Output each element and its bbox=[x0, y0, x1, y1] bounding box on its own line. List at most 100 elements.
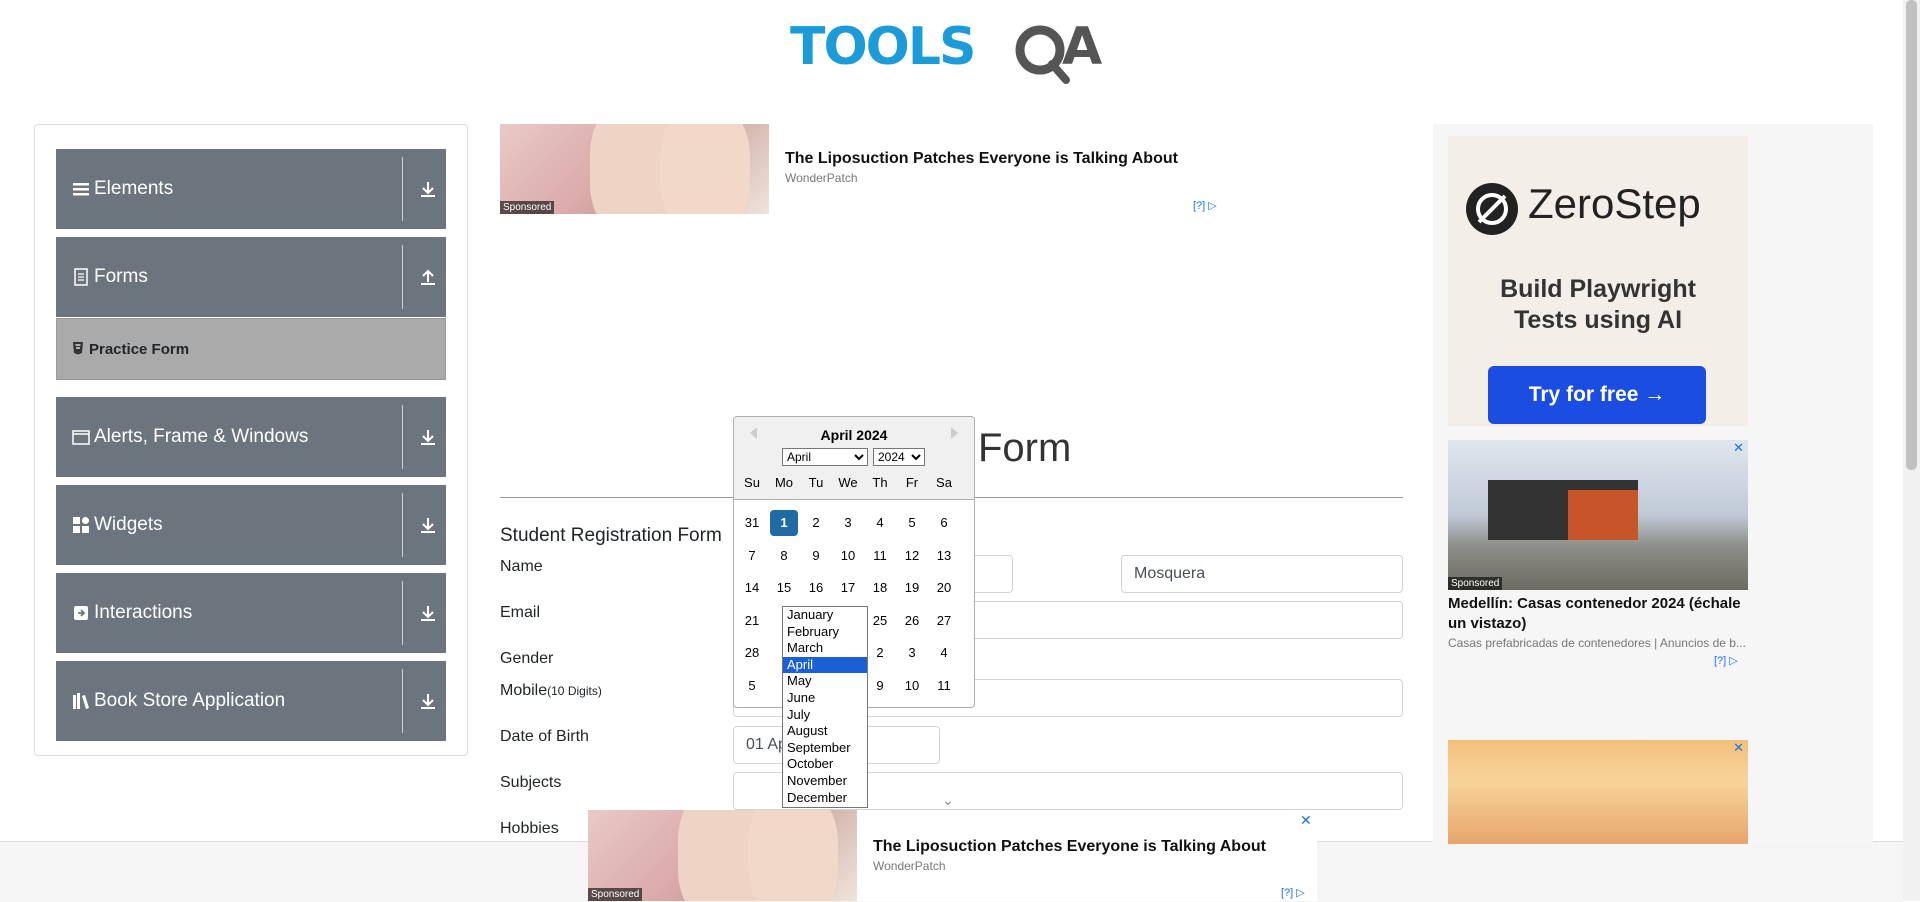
upload-icon[interactable] bbox=[418, 267, 438, 287]
calendar-day[interactable]: 8 bbox=[770, 543, 798, 569]
sidebar-group-label: Elements bbox=[94, 178, 174, 199]
top-ad-source[interactable]: WonderPatch bbox=[785, 171, 858, 185]
calendar-day[interactable]: 13 bbox=[930, 543, 958, 569]
hobbies-label: Hobbies bbox=[500, 820, 559, 837]
calendar-day[interactable]: 21 bbox=[738, 608, 766, 634]
close-icon[interactable]: ✕ bbox=[1733, 740, 1744, 756]
sidebar-group-book-store[interactable]: Book Store Application bbox=[56, 661, 446, 741]
sidebar-group-label: Interactions bbox=[94, 602, 193, 623]
download-icon[interactable] bbox=[418, 691, 438, 711]
bottom-ad-source[interactable]: WonderPatch bbox=[873, 859, 946, 873]
calendar-day[interactable]: 3 bbox=[834, 510, 862, 536]
right-ad-panel: ZeroStep Build Playwright Tests using AI… bbox=[1433, 124, 1873, 844]
calendar-day[interactable]: 9 bbox=[802, 543, 830, 569]
bottom-ad[interactable]: Sponsored The Liposuction Patches Everyo… bbox=[588, 810, 1317, 901]
day-name: We bbox=[838, 475, 858, 490]
month-option[interactable]: November bbox=[783, 773, 867, 790]
subjects-label: Subjects bbox=[500, 774, 562, 791]
right-ad-card-title[interactable]: Medellín: Casas contenedor 2024 (échale … bbox=[1448, 594, 1748, 634]
calendar-day[interactable]: 5 bbox=[898, 510, 926, 536]
month-dropdown-list[interactable]: January February March April May June July Augu… bbox=[782, 606, 868, 808]
download-icon[interactable] bbox=[418, 179, 438, 199]
sidebar-group-alerts[interactable]: Alerts, Frame & Windows bbox=[56, 397, 446, 477]
calendar-day[interactable]: 1 bbox=[770, 510, 798, 536]
calendar-day[interactable]: 26 bbox=[898, 608, 926, 634]
calendar-day[interactable]: 17 bbox=[834, 575, 862, 601]
calendar-day[interactable]: 4 bbox=[866, 510, 894, 536]
calendar-day[interactable]: 20 bbox=[930, 575, 958, 601]
sponsored-label: Sponsored bbox=[588, 888, 643, 901]
top-ad-title[interactable]: The Liposuction Patches Everyone is Talk… bbox=[785, 150, 1178, 168]
section-title: Student Registration Form bbox=[500, 525, 722, 546]
try-for-free-button[interactable]: Try for free → bbox=[1488, 366, 1706, 424]
calendar-day[interactable]: 19 bbox=[898, 575, 926, 601]
month-option[interactable]: March bbox=[783, 640, 867, 657]
calendar-day[interactable]: 10 bbox=[898, 673, 926, 699]
month-option[interactable]: August bbox=[783, 723, 867, 740]
calendar-day[interactable]: 31 bbox=[738, 510, 766, 536]
month-select[interactable]: April bbox=[782, 448, 868, 466]
calendar-day[interactable]: 5 bbox=[738, 673, 766, 699]
close-icon[interactable]: ✕ bbox=[1733, 440, 1744, 456]
calendar-day[interactable]: 11 bbox=[866, 543, 894, 569]
logo-tools-text: TOOLS bbox=[790, 17, 974, 77]
sponsored-label: Sponsored bbox=[500, 201, 555, 214]
calendar-day[interactable]: 4 bbox=[930, 640, 958, 666]
container-house-image[interactable]: Sponsored ✕ bbox=[1448, 440, 1748, 590]
adchoices-icon[interactable]: [?] ▷ bbox=[1714, 654, 1738, 667]
next-month-icon[interactable] bbox=[951, 427, 958, 439]
month-option[interactable]: May bbox=[783, 673, 867, 690]
month-option[interactable]: July bbox=[783, 707, 867, 724]
month-option[interactable]: September bbox=[783, 740, 867, 757]
right-ad-card-source[interactable]: Casas prefabricadas de contenedores | An… bbox=[1448, 636, 1748, 650]
widgets-icon bbox=[73, 517, 89, 533]
calendar-day[interactable]: 15 bbox=[770, 575, 798, 601]
adchoices-icon[interactable]: [?] ▷ bbox=[1193, 199, 1217, 212]
sidebar-group-forms[interactable]: Forms bbox=[56, 237, 446, 317]
sponsored-label: Sponsored bbox=[1448, 577, 1503, 590]
calendar-day[interactable]: 18 bbox=[866, 575, 894, 601]
calendar-day[interactable]: 25 bbox=[866, 608, 894, 634]
month-option[interactable]: October bbox=[783, 756, 867, 773]
calendar-day[interactable]: 27 bbox=[930, 608, 958, 634]
download-icon[interactable] bbox=[418, 603, 438, 623]
calendar-day[interactable]: 6 bbox=[930, 510, 958, 536]
zerostep-headline: Build Playwright Tests using AI bbox=[1500, 275, 1696, 334]
toolsqa-logo[interactable]: TOOLS A bbox=[790, 14, 1116, 90]
calendar-day[interactable]: 9 bbox=[866, 673, 894, 699]
calendar-day[interactable]: 16 bbox=[802, 575, 830, 601]
calendar-day[interactable]: 3 bbox=[898, 640, 926, 666]
month-option[interactable]: February bbox=[783, 624, 867, 641]
calendar-day[interactable]: 28 bbox=[738, 640, 766, 666]
zerostep-ad[interactable]: ZeroStep Build Playwright Tests using AI… bbox=[1448, 136, 1748, 426]
top-ad-image[interactable]: Sponsored bbox=[500, 124, 769, 214]
sidebar-group-widgets[interactable]: Widgets bbox=[56, 485, 446, 565]
html-file-icon bbox=[73, 342, 83, 355]
calendar-day[interactable]: 11 bbox=[930, 673, 958, 699]
month-option[interactable]: January bbox=[783, 607, 867, 624]
calendar-day[interactable]: 2 bbox=[802, 510, 830, 536]
bottom-ad-title[interactable]: The Liposuction Patches Everyone is Talk… bbox=[873, 838, 1266, 856]
last-name-input[interactable]: Mosquera bbox=[1121, 555, 1403, 593]
month-option[interactable]: June bbox=[783, 690, 867, 707]
chevron-down-icon[interactable]: ⌄ bbox=[942, 792, 954, 809]
download-icon[interactable] bbox=[418, 427, 438, 447]
calendar-day[interactable]: 10 bbox=[834, 543, 862, 569]
sidebar-item-practice-form[interactable]: Practice Form bbox=[56, 318, 446, 380]
calendar-day[interactable]: 14 bbox=[738, 575, 766, 601]
bottom-ad-image[interactable]: Sponsored bbox=[588, 810, 857, 901]
month-option[interactable]: April bbox=[783, 656, 867, 674]
close-icon[interactable]: ✕ bbox=[1300, 812, 1312, 829]
sidebar-group-interactions[interactable]: Interactions bbox=[56, 573, 446, 653]
calendar-day[interactable]: 12 bbox=[898, 543, 926, 569]
month-option[interactable]: December bbox=[783, 790, 867, 807]
year-select[interactable]: 2024 bbox=[873, 448, 925, 466]
adchoices-icon[interactable]: [?] ▷ bbox=[1281, 886, 1305, 899]
calendar-day[interactable]: 7 bbox=[738, 543, 766, 569]
beach-ad-image[interactable]: ✕ bbox=[1448, 740, 1748, 844]
name-label: Name bbox=[500, 558, 543, 575]
calendar-day[interactable]: 2 bbox=[866, 640, 894, 666]
sidebar-group-elements[interactable]: Elements bbox=[56, 149, 446, 229]
scrollbar-thumb[interactable] bbox=[1906, 0, 1917, 470]
download-icon[interactable] bbox=[418, 515, 438, 535]
